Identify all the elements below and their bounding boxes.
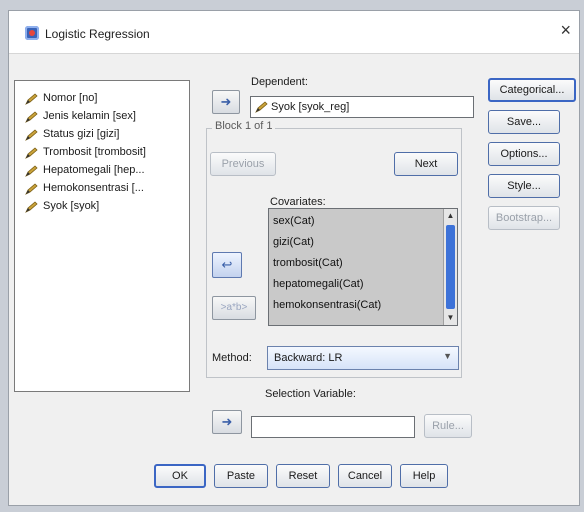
scroll-up-icon[interactable]: ▲: [444, 209, 457, 223]
variable-label: Trombosit [trombosit]: [43, 146, 146, 158]
selection-variable-label: Selection Variable:: [265, 388, 356, 400]
move-selection-button[interactable]: ➜: [212, 410, 242, 434]
block-label: Block 1 of 1: [212, 120, 276, 132]
save-button[interactable]: Save...: [488, 110, 560, 134]
list-item[interactable]: hepatomegali(Cat): [273, 278, 364, 290]
pencil-icon: [25, 183, 38, 195]
variable-list[interactable]: Nomor [no] Jenis kelamin [sex] Status gi…: [14, 80, 190, 392]
variable-label: Status gizi [gizi]: [43, 128, 120, 140]
variable-label: Hepatomegali [hep...: [43, 164, 145, 176]
move-dependent-button[interactable]: ➜: [212, 90, 240, 114]
dependent-field[interactable]: Syok [syok_reg]: [250, 96, 474, 118]
variable-label: Nomor [no]: [43, 92, 98, 104]
right-arrow-icon: ➜: [220, 94, 232, 109]
title-bar: Logistic Regression ×: [9, 11, 579, 54]
variable-label: Jenis kelamin [sex]: [43, 110, 136, 122]
pencil-icon: [25, 165, 38, 177]
list-item[interactable]: trombosit(Cat): [273, 257, 343, 269]
right-arrow-icon: ➜: [221, 414, 233, 429]
list-item[interactable]: hemokonsentrasi(Cat): [273, 299, 381, 311]
categorical-button[interactable]: Categorical...: [488, 78, 576, 102]
chevron-down-icon: ▼: [443, 351, 452, 361]
help-button[interactable]: Help: [400, 464, 448, 488]
style-button[interactable]: Style...: [488, 174, 560, 198]
dependent-label: Dependent:: [251, 76, 308, 88]
pencil-icon: [255, 101, 268, 113]
dependent-value: Syok [syok_reg]: [271, 101, 350, 113]
interaction-button[interactable]: >a*b>: [212, 296, 256, 320]
covariates-scrollbar[interactable]: ▲ ▼: [443, 209, 457, 325]
variable-label: Hemokonsentrasi [...: [43, 182, 144, 194]
pencil-icon: [25, 111, 38, 123]
method-label: Method:: [212, 352, 252, 364]
close-icon[interactable]: ×: [560, 21, 571, 39]
method-select[interactable]: Backward: LR ▼: [267, 346, 459, 370]
pencil-icon: [25, 93, 38, 105]
list-item[interactable]: sex(Cat): [273, 215, 315, 227]
interaction-icon: >a*b>: [220, 302, 248, 313]
covariates-label: Covariates:: [270, 196, 326, 208]
covariates-list[interactable]: sex(Cat) gizi(Cat) trombosit(Cat) hepato…: [268, 208, 458, 326]
method-value: Backward: LR: [274, 352, 343, 364]
move-covariate-button[interactable]: ↩: [212, 252, 242, 278]
cancel-button[interactable]: Cancel: [338, 464, 392, 488]
ok-button[interactable]: OK: [154, 464, 206, 488]
window-title: Logistic Regression: [45, 27, 150, 41]
scroll-down-icon[interactable]: ▼: [444, 311, 457, 325]
selection-variable-field[interactable]: [251, 416, 415, 438]
reset-button[interactable]: Reset: [276, 464, 330, 488]
variable-label: Syok [syok]: [43, 200, 100, 212]
app-icon: [25, 26, 39, 40]
rule-button[interactable]: Rule...: [424, 414, 472, 438]
list-item[interactable]: gizi(Cat): [273, 236, 314, 248]
next-button[interactable]: Next: [394, 152, 458, 176]
pencil-icon: [25, 129, 38, 141]
bootstrap-button[interactable]: Bootstrap...: [488, 206, 560, 230]
previous-button[interactable]: Previous: [210, 152, 276, 176]
pencil-icon: [25, 201, 38, 213]
paste-button[interactable]: Paste: [214, 464, 268, 488]
options-button[interactable]: Options...: [488, 142, 560, 166]
pencil-icon: [25, 147, 38, 159]
left-arrow-icon: ↩: [221, 257, 233, 272]
scroll-thumb[interactable]: [446, 225, 455, 309]
